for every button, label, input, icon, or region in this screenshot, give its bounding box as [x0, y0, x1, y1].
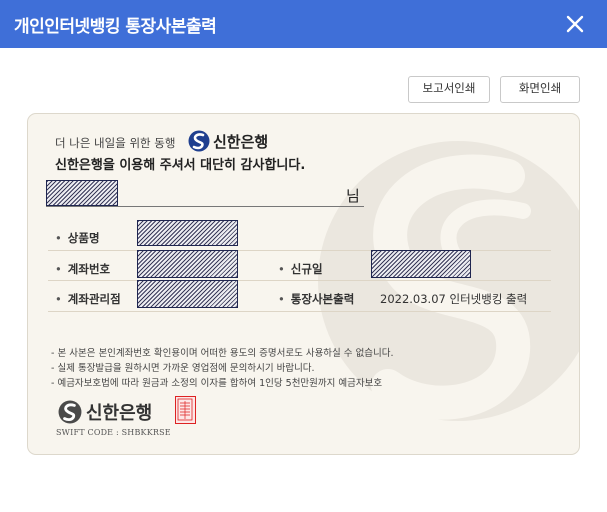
notice-item: - 예금자보호법에 따라 원금과 소정의 이자를 합하여 1인당 5천만원까지 …: [51, 378, 383, 389]
open-date-label: 신규일: [278, 261, 323, 277]
shinhan-logo-icon: [188, 130, 210, 152]
name-underline: [46, 206, 364, 207]
slogan-text: 더 나은 내일을 위한 동행: [55, 136, 176, 150]
shinhan-watermark-logo: [318, 141, 579, 421]
brand-name: 신한은행: [213, 132, 269, 151]
window-title: 개인인터넷뱅킹 통장사본출력: [14, 17, 217, 37]
swift-code: SWIFT CODE : SHBKKRSE: [56, 428, 171, 437]
notice-item: - 실제 통장발급을 원하시면 가까운 영업점에 문의하시기 바랍니다.: [51, 363, 315, 374]
divider: [48, 280, 551, 281]
divider: [48, 250, 551, 251]
account-number-mask: [137, 250, 238, 278]
notice-item: - 본 사본은 본인계좌번호 확인용이며 어떠한 용도의 증명서로도 사용하실 …: [51, 348, 394, 359]
footer-brand: 신한은행: [58, 399, 152, 425]
branch-label: 계좌관리점: [55, 291, 121, 307]
product-label: 상품명: [55, 230, 100, 246]
name-suffix: 님: [346, 187, 360, 205]
customer-name-mask: [46, 180, 118, 206]
title-bar: 개인인터넷뱅킹 통장사본출력: [0, 0, 607, 48]
print-date-label: 통장사본출력: [278, 291, 354, 307]
official-seal-stamp: [175, 396, 196, 424]
report-print-button[interactable]: 보고서인쇄: [408, 76, 490, 103]
divider: [48, 311, 551, 312]
close-icon[interactable]: [563, 12, 587, 36]
notice-list: - 본 사본은 본인계좌번호 확인용이며 어떠한 용도의 증명서로도 사용하실 …: [51, 346, 394, 391]
footer-brand-name: 신한은행: [86, 403, 153, 424]
shinhan-logo-icon: [58, 400, 82, 424]
account-number-label: 계좌번호: [55, 261, 110, 277]
print-date-value: 2022.03.07 인터넷뱅킹 출력: [380, 292, 528, 306]
thanks-text: 신한은행을 이용해 주셔서 대단히 감사합니다.: [55, 158, 306, 173]
screen-print-button[interactable]: 화면인쇄: [500, 76, 580, 103]
brand-inline: 신한은행: [188, 130, 268, 152]
passbook-copy-card: 더 나은 내일을 위한 동행 신한은행 신한은행을 이용해 주셔서 대단히 감사…: [27, 113, 580, 455]
open-date-mask: [371, 250, 471, 278]
branch-value-mask: [137, 280, 238, 308]
product-value-mask: [137, 220, 238, 246]
